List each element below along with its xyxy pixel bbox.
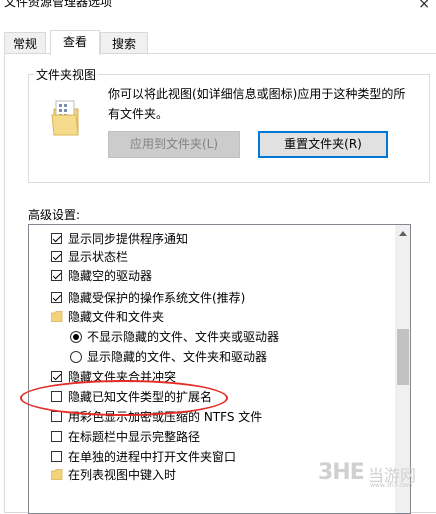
list-item[interactable]: 在标题栏中显示完整路径 — [29, 427, 395, 447]
list-item-label: 隐藏空的驱动器 — [68, 269, 153, 283]
scroll-up-arrow-icon[interactable] — [399, 231, 407, 236]
close-button[interactable]: × — [418, 0, 430, 12]
show-full-path-checkbox[interactable] — [51, 431, 62, 442]
list-item-label: 不显示隐藏的文件、文件夹或驱动器 — [87, 330, 280, 344]
reset-folders-button[interactable]: 重置文件夹(R) — [258, 131, 388, 158]
tab-search[interactable]: 搜索 — [100, 32, 148, 54]
site-watermark: 3HE 当游网 www.3h3.com — [318, 458, 428, 490]
dont-show-hidden-radio[interactable] — [70, 331, 82, 343]
list-item-label: 显示状态栏 — [68, 250, 129, 264]
folder-view-icon — [51, 100, 79, 136]
tab-general[interactable]: 常规 — [4, 32, 46, 54]
title-bar: 文件资源管理器选项 × — [0, 0, 436, 22]
list-item-label: 隐藏文件和文件夹 — [68, 310, 165, 324]
hide-folder-merge-conflicts-checkbox[interactable] — [51, 371, 62, 382]
list-item[interactable]: 显示同步提供程序通知 — [29, 229, 395, 249]
list-item: 隐藏文件和文件夹 — [29, 307, 395, 327]
folder-icon — [51, 311, 63, 322]
scroll-thumb[interactable] — [397, 329, 409, 385]
list-item[interactable]: 显示隐藏的文件、文件夹和驱动器 — [29, 347, 395, 367]
folder-views-title: 文件夹视图 — [34, 66, 99, 83]
list-item-label: 在单独的进程中打开文件夹窗口 — [68, 450, 237, 464]
show-sync-notifications-checkbox[interactable] — [51, 233, 62, 244]
separate-process-checkbox[interactable] — [51, 451, 62, 462]
hide-protected-os-files-checkbox[interactable] — [51, 292, 62, 303]
apply-to-folders-button[interactable]: 应用到文件夹(L) — [108, 131, 240, 158]
advanced-settings-label: 高级设置: — [28, 208, 81, 222]
show-status-bar-checkbox[interactable] — [51, 251, 62, 262]
hide-empty-drives-checkbox[interactable] — [51, 270, 62, 281]
list-item-label: 隐藏受保护的操作系统文件(推荐) — [68, 291, 246, 305]
folder-views-description: 你可以将此视图(如详细信息或图标)应用于这种类型的所有文件夹。 — [108, 87, 406, 121]
list-item-label: 显示同步提供程序通知 — [68, 232, 189, 246]
list-item-label: 在标题栏中显示完整路径 — [68, 430, 201, 444]
window-title: 文件资源管理器选项 — [4, 0, 113, 9]
tab-strip: 常规 查看 搜索 — [0, 30, 436, 55]
tab-view[interactable]: 查看 — [50, 30, 100, 55]
list-item-label: 在列表视图中键入时 — [68, 468, 177, 482]
list-item[interactable]: 隐藏受保护的操作系统文件(推荐) — [29, 288, 395, 308]
watermark-logo: 3HE — [318, 460, 365, 485]
color-encrypted-ntfs-checkbox[interactable] — [51, 411, 62, 422]
watermark-url: www.3h3.com — [370, 482, 413, 489]
list-item[interactable]: 隐藏空的驱动器 — [29, 266, 395, 286]
list-item[interactable]: 不显示隐藏的文件、文件夹或驱动器 — [29, 327, 395, 347]
show-hidden-radio[interactable] — [70, 351, 82, 363]
folder-icon — [51, 469, 63, 480]
list-item[interactable]: 显示状态栏 — [29, 247, 395, 267]
list-item-label: 显示隐藏的文件、文件夹和驱动器 — [87, 350, 268, 364]
highlight-circle — [20, 380, 228, 416]
